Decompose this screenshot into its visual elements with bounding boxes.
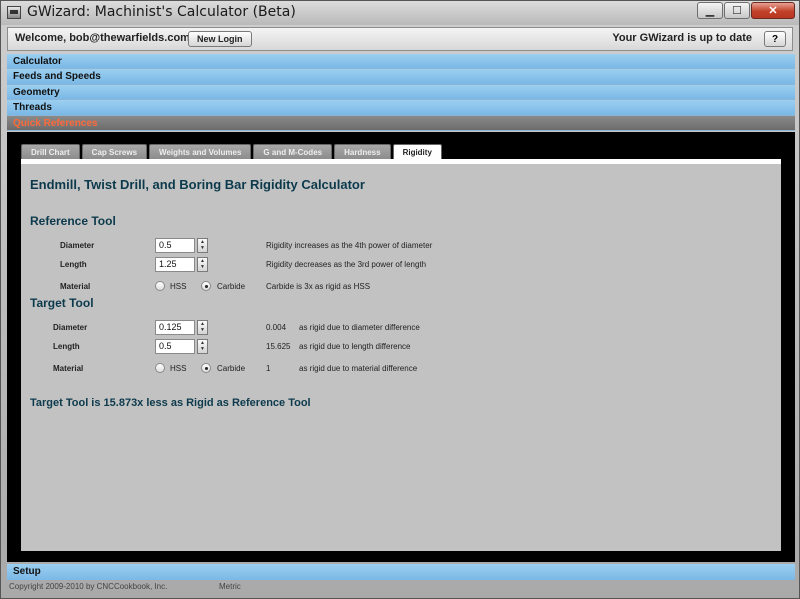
reference-diameter-note: Rigidity increases as the 4th power of d… [266, 241, 433, 250]
tab-weights-and-volumes[interactable]: Weights and Volumes [149, 144, 252, 159]
tab-bar: Drill Chart Cap Screws Weights and Volum… [21, 144, 442, 160]
menu-quick-references[interactable]: Quick References [7, 115, 795, 131]
target-material-label: Material [53, 364, 84, 373]
target-diameter-note: as rigid due to diameter difference [299, 323, 420, 332]
reference-carbide-label: Carbide [217, 282, 246, 291]
quick-references-panel: Drill Chart Cap Screws Weights and Volum… [7, 132, 795, 562]
target-carbide-radio[interactable] [201, 363, 211, 373]
minimize-button[interactable]: ▁ [697, 2, 723, 19]
target-length-factor: 15.625 [266, 342, 291, 351]
window-title: GWizard: Machinist's Calculator (Beta) [27, 4, 296, 20]
tab-hardness[interactable]: Hardness [334, 144, 391, 159]
target-diameter-label: Diameter [53, 323, 88, 332]
title-bar: GWizard: Machinist's Calculator (Beta) ▁… [1, 1, 799, 25]
rigidity-result: Target Tool is 15.873x less as Rigid as … [30, 397, 311, 409]
tab-cap-screws[interactable]: Cap Screws [81, 144, 148, 159]
maximize-button[interactable]: ☐ [724, 2, 750, 19]
reference-hss-radio[interactable] [155, 281, 165, 291]
app-window: GWizard: Machinist's Calculator (Beta) ▁… [0, 0, 800, 599]
stepper-down-icon[interactable]: ▼ [198, 264, 207, 270]
tab-drill-chart[interactable]: Drill Chart [21, 144, 80, 159]
close-button[interactable]: ✕ [751, 2, 795, 19]
maximize-icon: ☐ [732, 5, 742, 17]
target-diameter-stepper[interactable]: ▲ ▼ [197, 320, 208, 335]
copyright-text: Copyright 2009-2010 by CNCCookbook, Inc. [9, 582, 168, 591]
update-status: Your GWizard is up to date [612, 32, 752, 44]
reference-length-input[interactable]: 1.25 [155, 257, 195, 272]
menu-geometry[interactable]: Geometry [7, 84, 795, 101]
reference-tool-heading: Reference Tool [30, 214, 116, 228]
target-carbide-label: Carbide [217, 364, 246, 373]
target-length-note: as rigid due to length difference [299, 342, 411, 351]
stepper-down-icon[interactable]: ▼ [198, 245, 207, 251]
rigidity-content: Endmill, Twist Drill, and Boring Bar Rig… [21, 159, 781, 551]
minimize-icon: ▁ [705, 5, 715, 17]
target-diameter-input[interactable]: 0.125 [155, 320, 195, 335]
reference-diameter-input[interactable]: 0.5 [155, 238, 195, 253]
window-controls: ▁ ☐ ✕ [697, 2, 795, 19]
reference-hss-label: HSS [170, 282, 187, 291]
tab-rigidity[interactable]: Rigidity [392, 144, 442, 160]
help-button[interactable]: ? [764, 31, 786, 47]
menu-feeds-and-speeds[interactable]: Feeds and Speeds [7, 69, 795, 85]
welcome-text: Welcome, bob@thewarfields.com! [15, 32, 194, 44]
new-login-button[interactable]: New Login [188, 31, 252, 47]
menu-calculator[interactable]: Calculator [7, 54, 795, 70]
target-length-input[interactable]: 0.5 [155, 339, 195, 354]
close-icon: ✕ [768, 5, 778, 17]
main-menu: Calculator Feeds and Speeds Geometry Thr… [7, 54, 795, 131]
app-icon [7, 6, 21, 19]
units-indicator: Metric [219, 582, 241, 591]
target-length-stepper[interactable]: ▲ ▼ [197, 339, 208, 354]
reference-length-label: Length [60, 260, 87, 269]
target-length-label: Length [53, 342, 80, 351]
target-tool-heading: Target Tool [30, 296, 94, 310]
target-hss-label: HSS [170, 364, 187, 373]
reference-length-note: Rigidity decreases as the 3rd power of l… [266, 260, 427, 269]
reference-carbide-radio[interactable] [201, 281, 211, 291]
target-material-factor: 1 [266, 364, 271, 373]
menu-setup[interactable]: Setup [7, 564, 795, 580]
target-material-note: as rigid due to material difference [299, 364, 418, 373]
reference-material-note: Carbide is 3x as rigid as HSS [266, 282, 371, 291]
welcome-bar: Welcome, bob@thewarfields.com! New Login… [7, 27, 793, 51]
menu-threads[interactable]: Threads [7, 100, 795, 116]
reference-diameter-stepper[interactable]: ▲ ▼ [197, 238, 208, 253]
stepper-down-icon[interactable]: ▼ [198, 346, 207, 352]
stepper-down-icon[interactable]: ▼ [198, 327, 207, 333]
target-hss-radio[interactable] [155, 363, 165, 373]
page-title: Endmill, Twist Drill, and Boring Bar Rig… [30, 177, 365, 192]
target-diameter-factor: 0.004 [266, 323, 287, 332]
tab-g-and-m-codes[interactable]: G and M-Codes [253, 144, 333, 159]
reference-length-stepper[interactable]: ▲ ▼ [197, 257, 208, 272]
reference-material-label: Material [60, 282, 91, 291]
reference-diameter-label: Diameter [60, 241, 95, 250]
